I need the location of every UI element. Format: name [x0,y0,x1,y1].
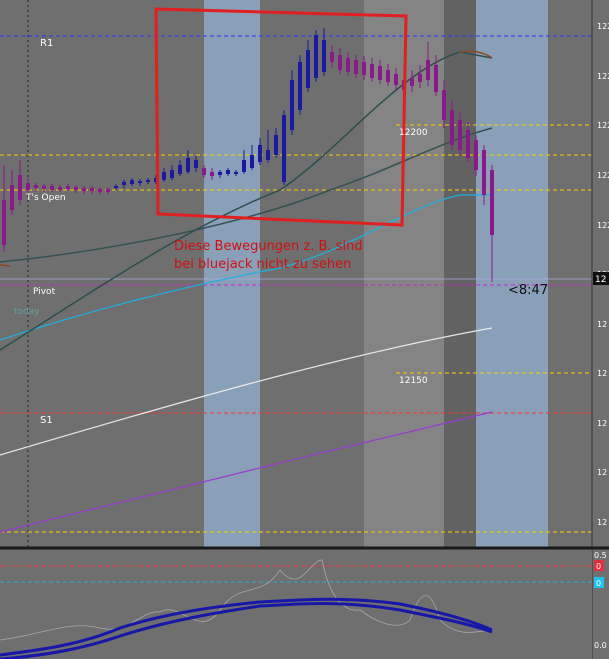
r1-label: R1 [40,38,53,49]
today-label: today [14,307,40,317]
candle-body [266,150,270,160]
left-ma-tail [0,264,11,267]
candle-body [322,40,326,72]
candle-body [314,35,318,78]
candle-body [482,150,486,195]
candle-body [170,170,174,178]
candle-body [138,181,142,183]
candle-body [442,90,446,120]
candle-body [186,158,190,172]
candle-body [258,145,262,162]
candle-body [330,52,334,62]
annotation-text-line2: bei bluejack nicht zu sehen [174,257,351,272]
indicator-marker-cyan-text: 0 [596,579,601,588]
candle-body [346,58,350,72]
candle-body [282,115,286,182]
candle-body [378,66,382,80]
candle-body [338,55,342,70]
pivot-label: Pivot [33,287,56,297]
session-band [476,0,548,547]
candle-body [362,62,366,75]
indicator-tick-top: 0.5 [594,551,607,560]
candle-body [146,180,150,182]
candle-body [178,165,182,174]
price-tick-label: 12 [597,369,607,378]
level-12200-label: 12200 [399,128,428,138]
price-tick-label: 122 [597,22,609,31]
candle-body [90,188,94,191]
candle-body [410,78,414,86]
candle-body [418,74,422,82]
candle-body [202,168,206,175]
price-tick-label: 122 [597,72,609,81]
price-tick-label: 122 [597,171,609,180]
price-tick-label: 12 [597,468,607,477]
price-tick-label: 122 [597,121,609,130]
level-12150-label: 12150 [399,376,428,386]
countdown-label: <8:47 [508,283,548,298]
candle-body [34,185,38,188]
candle-body [458,120,462,150]
price-tick-label: 12 [597,320,607,329]
candle-body [394,74,398,85]
candle-body [58,187,62,190]
candle-body [490,170,494,235]
candle-body [66,186,70,189]
current-price-tag-text: 12 [595,275,606,285]
candle-body [250,155,254,168]
candle-body [298,62,302,110]
candle-body [122,182,126,185]
candle-body [74,187,78,190]
trading-chart[interactable]: R1 T's Open Pivot today S1 12200 12150 <… [0,0,609,659]
price-tick-label: 12 [597,419,607,428]
candle-body [210,172,214,176]
candle-body [426,60,430,80]
candle-body [130,180,134,184]
candle-body [98,189,102,192]
candle-body [354,60,358,74]
candle-body [82,188,86,191]
candle-body [274,135,278,155]
indicator-marker-red-text: 0 [596,562,601,571]
candle-body [234,172,238,174]
session-band [444,0,476,547]
candle-body [26,183,30,190]
candle-body [42,186,46,189]
price-tick-label: 122 [597,221,609,230]
candle-body [18,175,22,200]
candle-body [466,130,470,158]
candle-body [474,140,478,170]
annotation-text-line1: Diese Bewegungen z. B. sind [174,239,363,254]
candle-body [386,70,390,82]
price-tick-label: 12 [597,518,607,527]
candle-body [106,189,110,192]
open-label: T's Open [25,193,66,203]
indicator-tick-bottom: 0.0 [594,641,607,650]
candle-body [226,170,230,174]
candle-body [194,160,198,168]
candle-body [290,80,294,130]
candle-body [450,110,454,145]
candle-body [162,172,166,180]
candle-body [306,50,310,88]
candle-body [242,160,246,172]
candle-body [50,186,54,190]
candle-body [10,185,14,210]
candle-body [2,200,6,245]
candle-body [370,64,374,78]
candle-body [218,172,222,175]
candle-body [434,65,438,92]
candle-body [114,186,118,188]
s1-label: S1 [40,415,53,426]
